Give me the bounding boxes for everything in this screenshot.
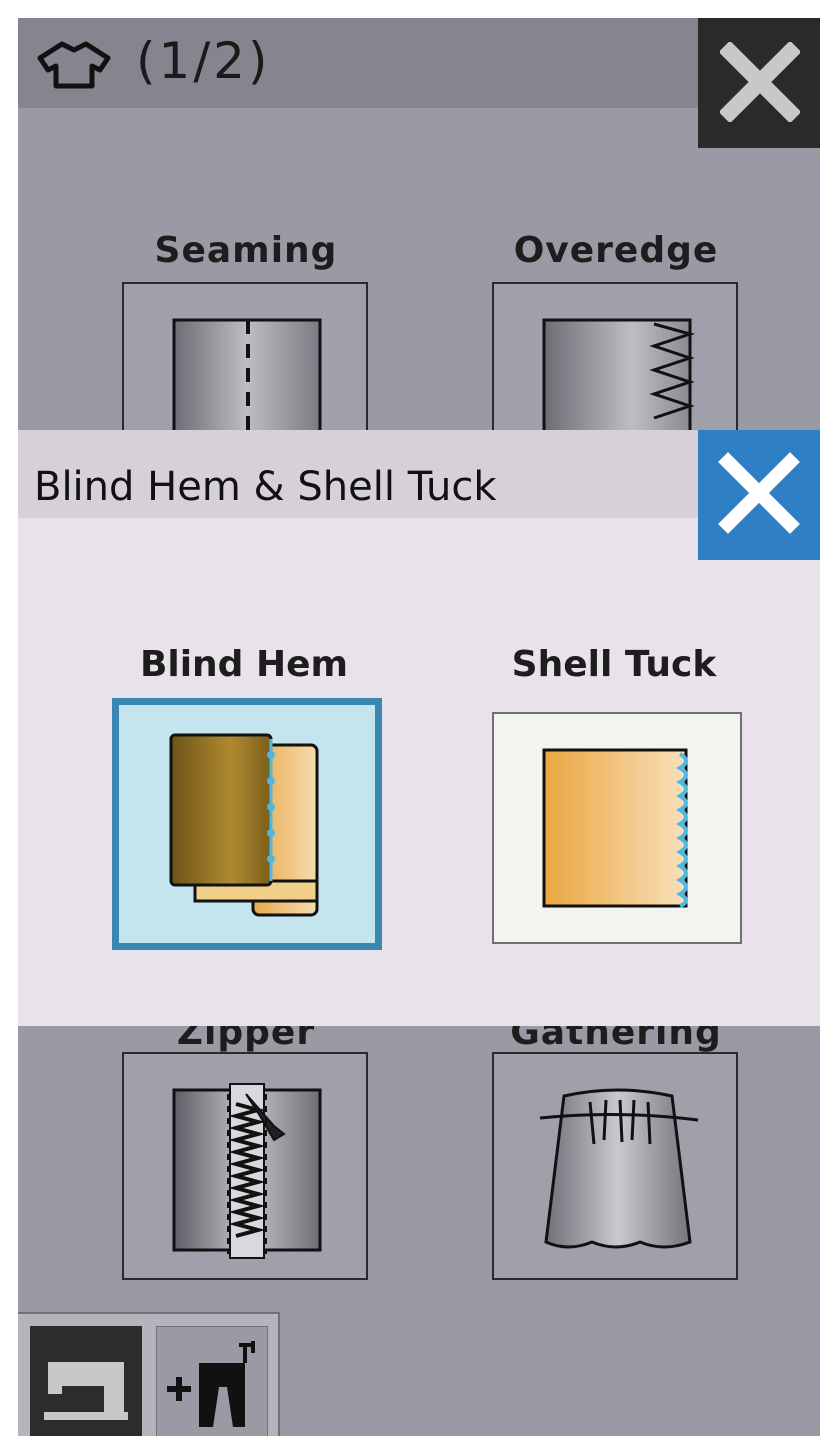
gathering-icon xyxy=(539,1088,699,1249)
zipper-icon xyxy=(172,1083,322,1259)
sewing-machine-icon xyxy=(44,1362,128,1420)
seaming-label: Seaming xyxy=(154,230,338,271)
blind-hem-option[interactable] xyxy=(112,698,382,950)
popup-header: Blind Hem & Shell Tuck xyxy=(18,430,698,518)
popup-close-button[interactable] xyxy=(698,430,820,560)
popup-title: Blind Hem & Shell Tuck xyxy=(34,464,497,510)
blind-hem-icon xyxy=(169,733,319,917)
zipper-tile[interactable] xyxy=(122,1052,368,1280)
shirt-outline-icon xyxy=(37,41,111,89)
close-button[interactable] xyxy=(698,18,820,148)
close-icon xyxy=(720,42,800,122)
page-indicator: (1/2) xyxy=(136,32,271,90)
close-icon xyxy=(718,452,800,534)
sewing-machine-button[interactable] xyxy=(30,1326,142,1436)
top-bar: (1/2) xyxy=(18,18,698,108)
app-screen: (1/2) Seaming Overedge Zipper Gathering … xyxy=(18,18,820,1436)
shell-tuck-option[interactable] xyxy=(492,712,742,944)
overedge-label: Overedge xyxy=(513,230,719,271)
bottom-toolbar xyxy=(18,1312,280,1436)
add-garment-button[interactable] xyxy=(156,1326,268,1436)
blind-hem-popup: Blind Hem & Shell Tuck Blind Hem Shell T… xyxy=(18,430,820,1026)
shell-tuck-label: Shell Tuck xyxy=(511,644,717,685)
gathering-tile[interactable] xyxy=(492,1052,738,1280)
blind-hem-label: Blind Hem xyxy=(139,644,349,685)
add-garment-icon xyxy=(167,1341,255,1427)
shell-tuck-icon xyxy=(542,748,688,908)
